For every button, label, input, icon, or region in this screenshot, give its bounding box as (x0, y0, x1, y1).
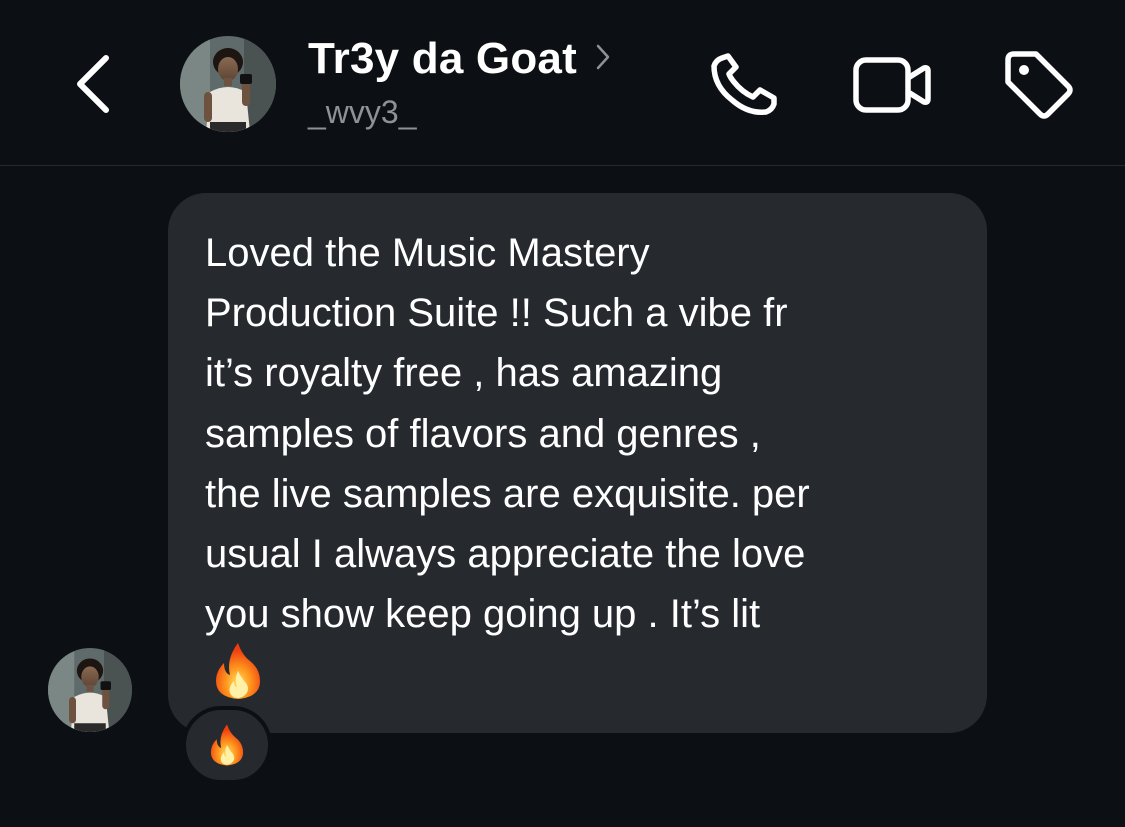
chat-header: Tr3y da Goat _wvy3_ (0, 0, 1125, 166)
sender-avatar[interactable] (48, 648, 132, 732)
contact-name: Tr3y da Goat (308, 34, 577, 83)
fire-emoji (212, 641, 264, 701)
back-button[interactable] (68, 50, 126, 118)
chevron-right-icon (596, 44, 610, 70)
video-camera-icon (853, 57, 931, 113)
avatar-photo (180, 36, 276, 132)
message-bubble[interactable]: Loved the Music Mastery Production Suite… (168, 193, 987, 733)
video-call-button[interactable] (852, 56, 932, 114)
call-button[interactable] (708, 52, 782, 118)
contact-username: _wvy3_ (308, 94, 417, 130)
contact-avatar[interactable] (180, 36, 276, 132)
tag-icon (1005, 51, 1073, 119)
fire-emoji (210, 724, 244, 766)
message-text: Loved the Music Mastery Production Suite… (205, 231, 810, 637)
phone-icon (711, 53, 777, 115)
reaction-badge[interactable] (182, 706, 272, 784)
chevron-left-icon (77, 55, 109, 113)
avatar-photo (48, 648, 132, 732)
tag-button[interactable] (1000, 50, 1076, 120)
contact-info[interactable]: Tr3y da Goat _wvy3_ (308, 34, 611, 131)
